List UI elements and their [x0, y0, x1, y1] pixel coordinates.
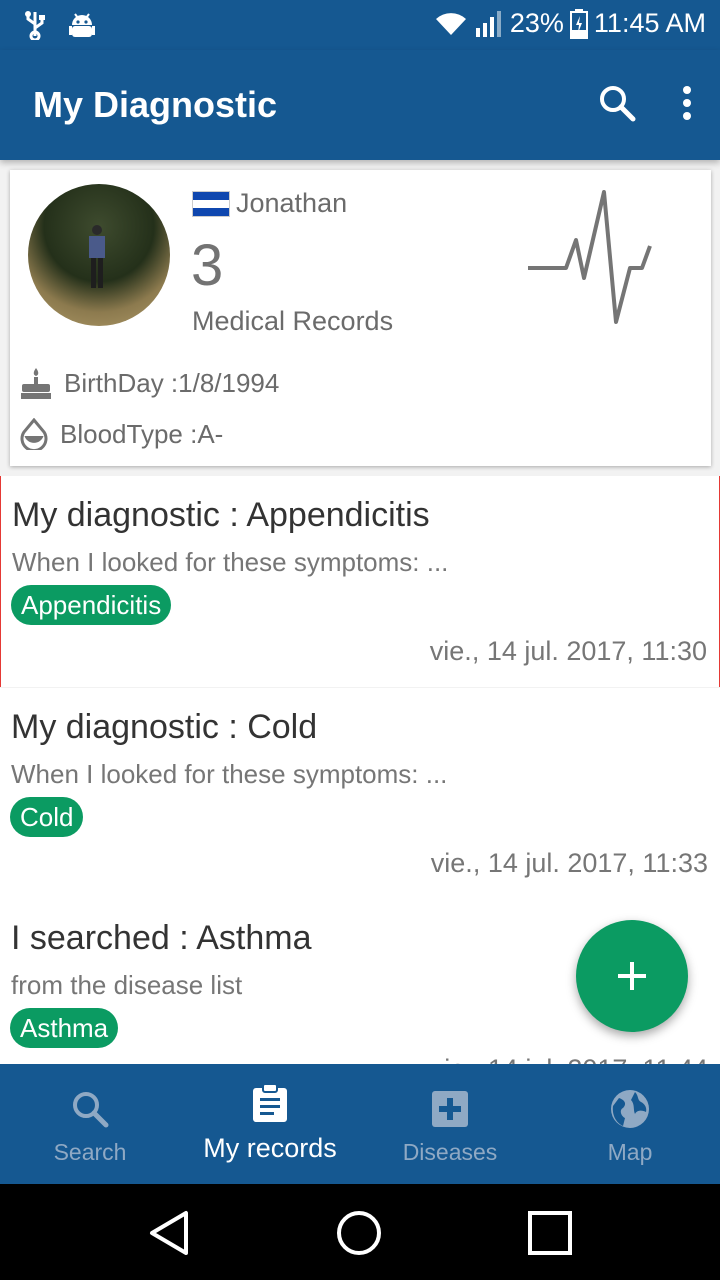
record-date: vie., 14 jul. 2017, 11:30	[429, 636, 707, 666]
globe-icon	[611, 1090, 649, 1128]
profile-name: Jonathan	[236, 188, 348, 218]
heartbeat-icon	[528, 190, 652, 324]
disease-tag[interactable]: Asthma	[10, 1008, 119, 1048]
record-card[interactable]: My diagnostic : Cold When I looked for t…	[0, 688, 720, 899]
nav-item-my-records[interactable]: My records	[180, 1064, 360, 1184]
record-date: vie., 14 jul. 2017, 11:33	[430, 848, 708, 878]
bottom-navigation: Search My records Diseases Map	[0, 1064, 720, 1184]
blood-type-text: BloodType :A-	[60, 418, 224, 449]
birthday-row: BirthDay :1/8/1994	[20, 366, 279, 400]
clipboard-icon	[253, 1083, 287, 1122]
record-date: vie., 14 jul. 2017, 11:44	[431, 1054, 708, 1064]
search-icon[interactable]	[598, 84, 636, 122]
wifi-icon	[435, 12, 466, 35]
status-bar: 23% 11:45 AM	[0, 0, 720, 50]
record-title: I searched : Asthma	[11, 919, 312, 957]
battery-percent: 23%	[509, 8, 564, 38]
nav-item-diseases[interactable]: Diseases	[360, 1064, 540, 1184]
nav-item-map[interactable]: Map	[540, 1064, 720, 1184]
more-vert-icon[interactable]	[682, 85, 692, 121]
record-title: My diagnostic : Appendicitis	[12, 496, 430, 534]
record-count-label: Medical Records	[192, 306, 394, 336]
add-record-button[interactable]	[576, 920, 688, 1032]
battery-charging-icon	[569, 8, 588, 39]
hospital-icon	[432, 1091, 468, 1127]
back-icon[interactable]	[148, 1210, 190, 1256]
nav-label: Diseases	[402, 1139, 498, 1165]
birthday-text: BirthDay :1/8/1994	[64, 367, 280, 398]
recents-icon[interactable]	[528, 1211, 572, 1255]
clock: 11:45 AM	[593, 8, 706, 38]
usb-icon	[25, 11, 45, 40]
record-title: My diagnostic : Cold	[11, 708, 318, 746]
nav-label: Search	[53, 1139, 127, 1165]
add-icon	[618, 962, 646, 990]
avatar-person	[89, 225, 105, 288]
page-title: My Diagnostic	[33, 84, 278, 125]
nav-label: My records	[203, 1133, 337, 1163]
app-bar: My Diagnostic	[0, 50, 720, 160]
disease-tag[interactable]: Cold	[10, 797, 84, 837]
record-card[interactable]: My diagnostic : Appendicitis When I look…	[0, 476, 720, 687]
signal-icon	[475, 10, 501, 37]
profile-card[interactable]: Jonathan 3 Medical Records BirthDay :1/8…	[10, 170, 711, 466]
system-navigation-bar	[0, 1184, 720, 1280]
record-count: 3	[191, 233, 224, 298]
android-debug-icon	[69, 13, 95, 37]
disease-tag[interactable]: Appendicitis	[11, 585, 172, 625]
cake-icon	[21, 368, 51, 399]
nav-item-search[interactable]: Search	[0, 1064, 180, 1184]
record-subtitle: When I looked for these symptoms: ...	[12, 547, 449, 577]
record-subtitle: When I looked for these symptoms: ...	[11, 759, 448, 789]
blood-drop-icon	[20, 418, 48, 450]
record-subtitle: from the disease list	[11, 970, 243, 1000]
avatar	[28, 184, 170, 326]
country-flag-icon	[192, 190, 230, 217]
home-icon[interactable]	[336, 1210, 382, 1256]
search-icon	[73, 1092, 109, 1128]
nav-label: Map	[607, 1139, 653, 1165]
blood-type-row: BloodType :A-	[20, 418, 223, 450]
